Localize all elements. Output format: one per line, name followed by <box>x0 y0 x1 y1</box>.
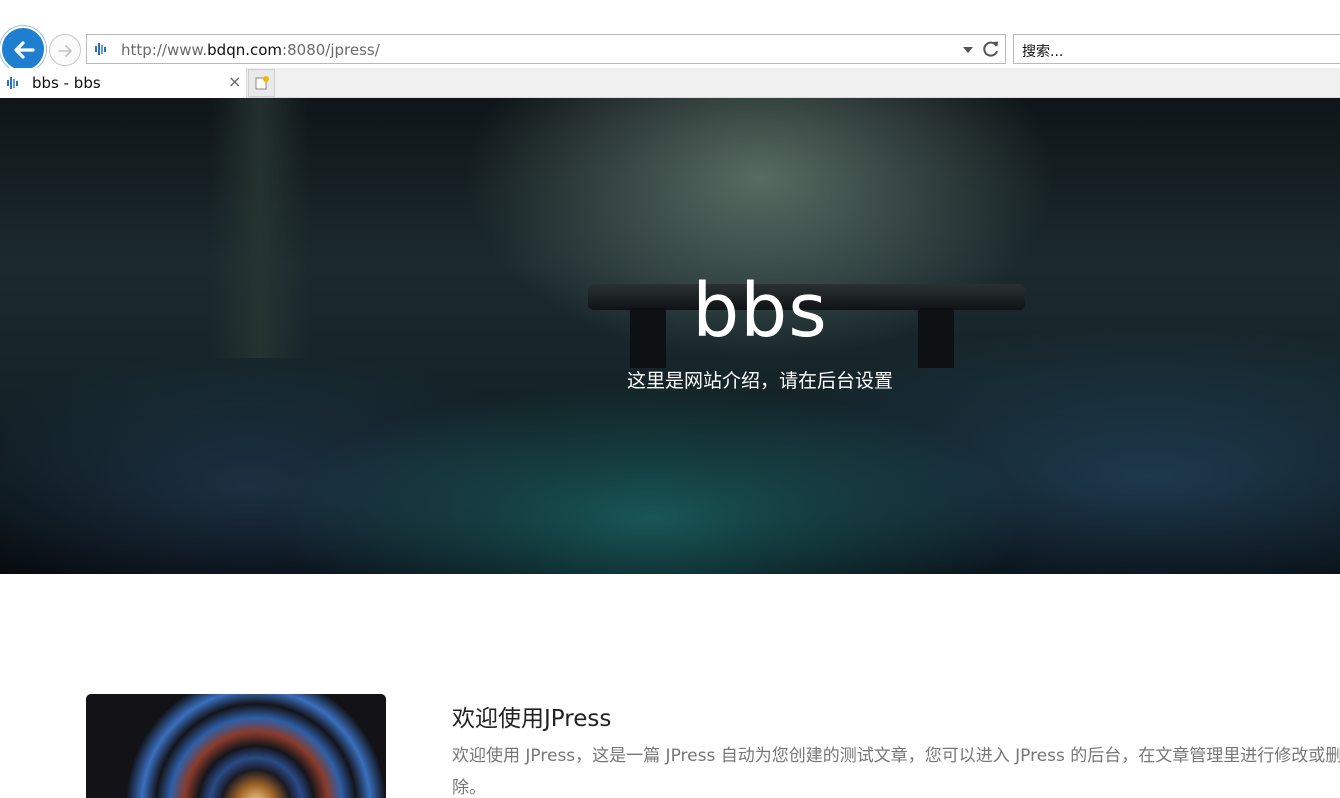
close-icon[interactable]: × <box>228 73 241 91</box>
site-favicon-icon <box>95 43 106 55</box>
forward-arrow-icon <box>58 45 72 57</box>
site-favicon-icon <box>7 77 18 89</box>
tab-bbs[interactable]: bbs - bbs × <box>0 68 247 98</box>
search-input[interactable]: 搜索... <box>1022 41 1063 61</box>
forward-button[interactable] <box>49 34 81 66</box>
tab-title: bbs - bbs <box>32 74 101 92</box>
refresh-icon[interactable] <box>981 39 1001 59</box>
post-excerpt: 欢迎使用 JPress，这是一篇 JPress 自动为您创建的测试文章，您可以进… <box>452 746 1340 798</box>
site-description: 这里是网站介绍，请在后台设置 <box>626 370 893 392</box>
search-box[interactable]: 搜索... <box>1013 34 1340 64</box>
tab-strip: bbs - bbs × <box>0 68 1340 98</box>
back-button[interactable] <box>0 26 46 72</box>
post-thumbnail[interactable] <box>86 694 386 798</box>
url-text[interactable]: http://www.bdqn.com:8080/jpress/ <box>121 41 380 59</box>
site-title[interactable]: bbs <box>0 268 1340 354</box>
back-arrow-icon <box>14 41 35 59</box>
post-title[interactable]: 欢迎使用JPress <box>452 699 611 733</box>
hero-banner: bbs 这里是网站介绍，请在后台设置 <box>0 98 1340 574</box>
dropdown-arrow-icon[interactable] <box>963 47 973 53</box>
browser-toolbar: http://www.bdqn.com:8080/jpress/ 搜索... <box>0 0 1340 72</box>
new-tab-button[interactable] <box>248 69 275 97</box>
address-bar[interactable]: http://www.bdqn.com:8080/jpress/ <box>86 34 1006 64</box>
new-tab-icon <box>255 76 269 90</box>
